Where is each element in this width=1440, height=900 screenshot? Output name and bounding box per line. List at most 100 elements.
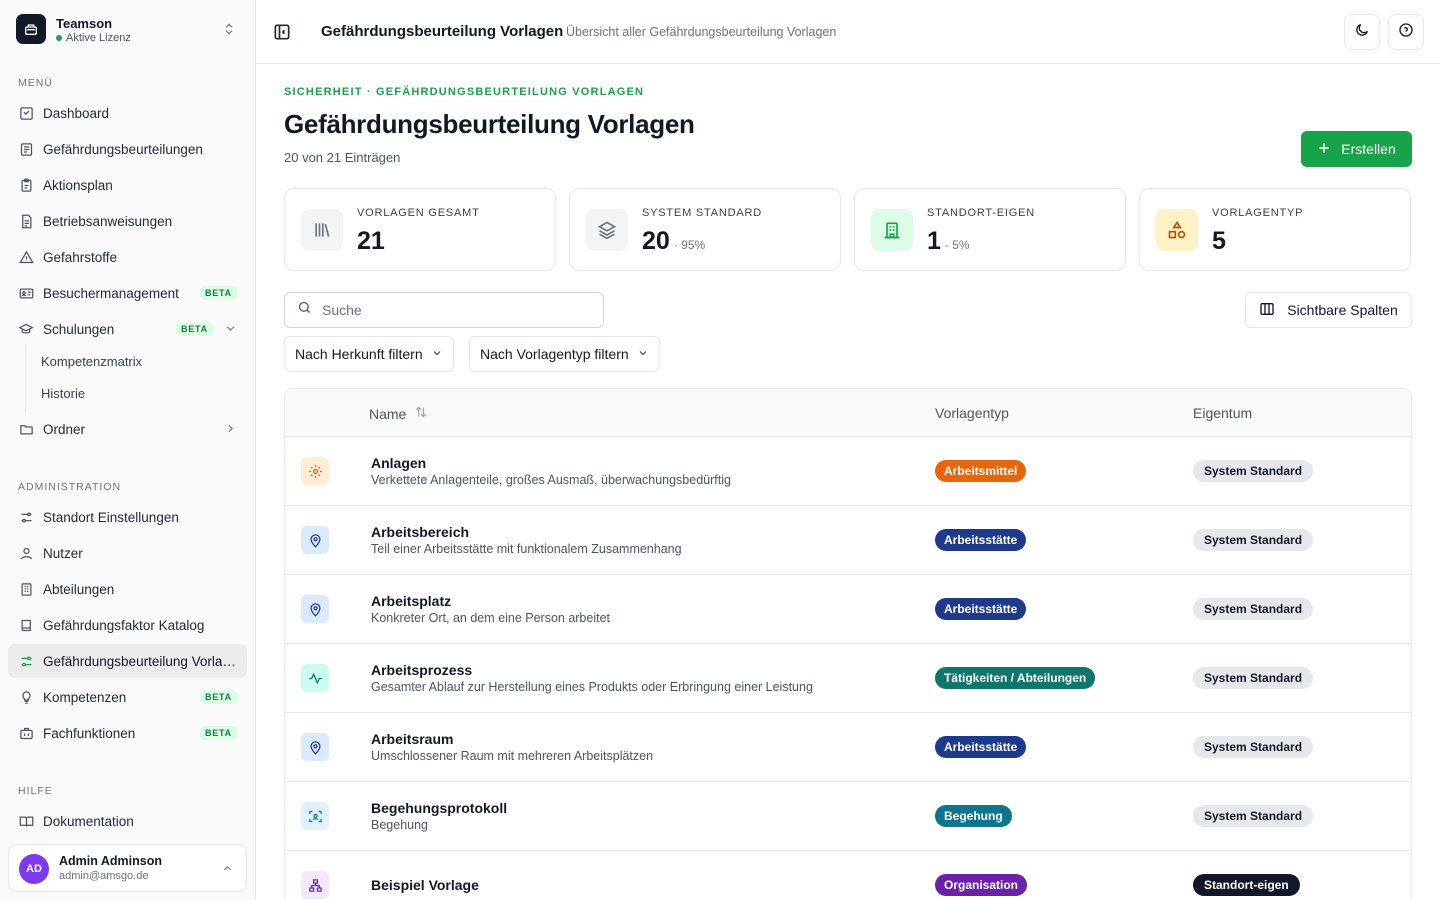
dark-mode-button[interactable]	[1344, 14, 1380, 50]
sidebar-item-label: Standort Einstellungen	[43, 509, 179, 525]
filter-type-label: Nach Vorlagentyp filtern	[480, 346, 629, 362]
sidebar-item-dashboard[interactable]: Dashboard	[8, 96, 247, 130]
chevron-down-icon	[637, 346, 649, 362]
table-row[interactable]: Arbeitsraum Umschlossener Raum mit mehre…	[285, 713, 1411, 782]
sidebar-subitem-historie[interactable]: Historie	[41, 386, 85, 401]
row-name: Arbeitsplatz	[371, 593, 452, 609]
row-description: Konkreter Ort, an dem eine Person arbeit…	[371, 611, 611, 625]
stat-label: VORLAGENTYP	[1212, 207, 1304, 219]
owner-badge: System Standard	[1193, 667, 1314, 689]
building-icon	[18, 581, 34, 597]
type-badge: Organisation	[935, 874, 1028, 896]
search-icon	[297, 300, 312, 320]
sidebar-item-fachfunktionen[interactable]: Fachfunktionen BETA	[8, 716, 247, 750]
type-badge: Arbeitsstätte	[935, 598, 1027, 620]
top-header: Gefährdungsbeurteilung Vorlagen Übersich…	[256, 0, 1440, 64]
table-row[interactable]: Arbeitsprozess Gesamter Ablauf zur Herst…	[285, 644, 1411, 713]
stat-card-system-standard: SYSTEM STANDARD 20 · 95%	[569, 188, 841, 271]
type-badge: Begehung	[935, 805, 1012, 827]
sidebar-item-gefahrstoffe[interactable]: Gefahrstoffe	[8, 240, 247, 274]
column-header-name[interactable]: Name	[369, 405, 428, 422]
row-name: Arbeitsraum	[371, 731, 454, 747]
admin-section-label: ADMINISTRATION	[18, 481, 122, 493]
location-pin-icon	[301, 733, 329, 761]
sidebar-item-label: Aktionsplan	[43, 177, 113, 193]
type-badge: Arbeitsmittel	[935, 460, 1027, 482]
search-field[interactable]	[284, 292, 604, 328]
org-switcher[interactable]: Teamson Aktive Lizenz	[16, 14, 240, 46]
sidebar-item-abteilungen[interactable]: Abteilungen	[8, 572, 247, 606]
sidebar-item-gefaehrdungsbeurteilung-vorlagen[interactable]: Gefährdungsbeurteilung Vorlagen	[8, 644, 247, 678]
sidebar-item-dokumentation[interactable]: Dokumentation	[8, 804, 247, 838]
stat-value: 20 · 95%	[642, 227, 706, 255]
chevron-up-down-icon	[222, 21, 236, 42]
org-name: Teamson	[56, 16, 113, 31]
stat-card-standort-eigen: STANDORT-EIGEN 1 · 5%	[854, 188, 1126, 271]
table-row[interactable]: Arbeitsbereich Teil einer Arbeitsstätte …	[285, 506, 1411, 575]
submenu-divider	[25, 346, 26, 412]
gear-icon	[301, 457, 329, 485]
chevron-down-icon	[224, 322, 237, 340]
user-menu[interactable]: AD Admin Adminson admin@amsgo.de	[8, 844, 247, 892]
sidebar-item-besuchermanagement[interactable]: Besuchermanagement BETA	[8, 276, 247, 310]
chevron-down-icon	[431, 346, 443, 362]
search-input[interactable]	[322, 302, 582, 318]
sidebar-item-nutzer[interactable]: Nutzer	[8, 536, 247, 570]
plus-icon	[1317, 141, 1331, 158]
sidebar-item-gefaehrdungsbeurteilungen[interactable]: Gefährdungsbeurteilungen	[8, 132, 247, 166]
filter-origin-dropdown[interactable]: Nach Herkunft filtern	[284, 336, 454, 372]
sidebar: Teamson Aktive Lizenz MENÜ Dashboard Gef…	[0, 0, 256, 900]
sidebar-subitem-kompetenzmatrix[interactable]: Kompetenzmatrix	[41, 354, 142, 369]
sidebar-item-ordner[interactable]: Ordner	[8, 412, 247, 446]
help-button[interactable]	[1388, 14, 1424, 50]
book-icon	[18, 617, 34, 633]
org-chart-icon	[301, 871, 329, 899]
moon-icon	[1354, 22, 1370, 43]
lightbulb-icon	[18, 689, 34, 705]
sidebar-item-label: Kompetenzen	[43, 689, 127, 705]
header-title: Gefährdungsbeurteilung Vorlagen	[321, 23, 564, 40]
sidebar-item-aktionsplan[interactable]: Aktionsplan	[8, 168, 247, 202]
user-email: admin@amsgo.de	[59, 870, 149, 882]
row-description: Teil einer Arbeitsstätte mit funktionale…	[371, 542, 682, 556]
row-description: Verkettete Anlagenteile, großes Ausmaß, …	[371, 473, 731, 487]
table-header: Name Vorlagentyp Eigentum	[285, 389, 1411, 437]
sidebar-item-standort-einstellungen[interactable]: Standort Einstellungen	[8, 500, 247, 534]
table-row[interactable]: Beispiel Vorlage Organisation Standort-e…	[285, 851, 1411, 900]
sidebar-item-schulungen[interactable]: Schulungen BETA	[8, 312, 247, 346]
sidebar-item-kompetenzen[interactable]: Kompetenzen BETA	[8, 680, 247, 714]
columns-icon	[1259, 301, 1275, 320]
stat-percent: · 5%	[944, 238, 970, 252]
row-description: Begehung	[371, 818, 429, 832]
library-icon	[301, 209, 343, 251]
filter-type-dropdown[interactable]: Nach Vorlagentyp filtern	[469, 336, 660, 372]
briefcase-icon	[18, 725, 34, 741]
sidebar-item-betriebsanweisungen[interactable]: Betriebsanweisungen	[8, 204, 247, 238]
sidebar-item-label: Gefährdungsfaktor Katalog	[43, 617, 205, 633]
sidebar-item-label: Dashboard	[43, 105, 110, 121]
stat-card-vorlagentyp: VORLAGENTYP 5	[1139, 188, 1411, 271]
entry-count: 20 von 21 Einträgen	[284, 150, 401, 165]
table-row[interactable]: Anlagen Verkettete Anlagenteile, großes …	[285, 437, 1411, 506]
type-badge: Arbeitsstätte	[935, 529, 1027, 551]
status-dot-icon	[56, 35, 62, 41]
sidebar-item-label: Dokumentation	[43, 813, 134, 829]
stat-card-total: VORLAGEN GESAMT 21	[284, 188, 556, 271]
row-name: Arbeitsprozess	[371, 662, 473, 678]
owner-badge: System Standard	[1193, 805, 1314, 827]
chevron-right-icon	[224, 422, 237, 440]
building-icon	[871, 209, 913, 251]
sidebar-item-gefaehrdungsfaktor-katalog[interactable]: Gefährdungsfaktor Katalog	[8, 608, 247, 642]
create-button[interactable]: Erstellen	[1301, 131, 1412, 167]
open-book-icon	[18, 813, 34, 829]
help-section-label: HILFE	[18, 785, 53, 797]
document-list-icon	[18, 141, 34, 157]
table-row[interactable]: Arbeitsplatz Konkreter Ort, an dem eine …	[285, 575, 1411, 644]
sidebar-toggle-icon[interactable]	[272, 22, 292, 47]
visible-columns-button[interactable]: Sichtbare Spalten	[1245, 292, 1412, 328]
table-row[interactable]: Begehungsprotokoll Begehung Begehung Sys…	[285, 782, 1411, 851]
avatar: AD	[19, 854, 49, 884]
beta-badge: BETA	[199, 286, 237, 300]
sidebar-item-label: Betriebsanweisungen	[43, 213, 173, 229]
sidebar-item-label: Nutzer	[43, 545, 83, 561]
